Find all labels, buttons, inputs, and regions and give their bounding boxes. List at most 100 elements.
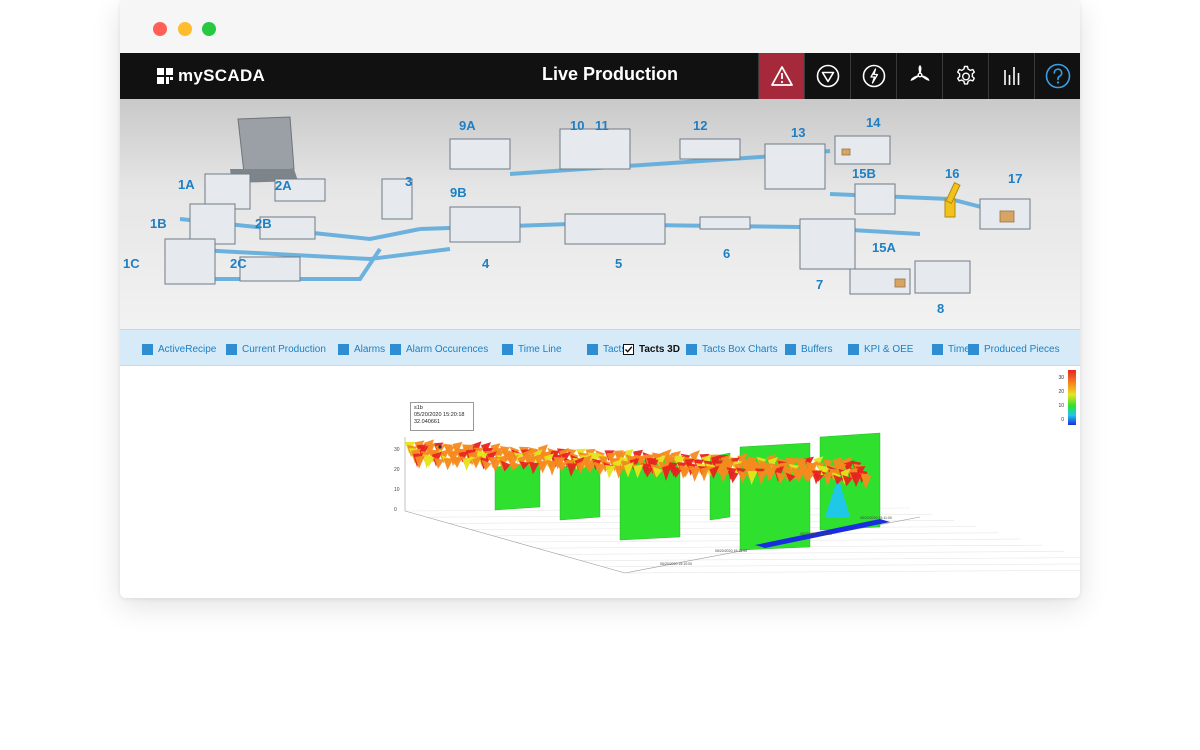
station-label-15b[interactable]: 15B (852, 166, 876, 181)
tab-label: ActiveRecipe (158, 343, 217, 355)
app-header: mySCADA Live Production (120, 53, 1080, 99)
alarms-button[interactable] (758, 53, 804, 99)
tab-alarms[interactable]: Alarms (338, 342, 385, 356)
color-scale-bar (1068, 370, 1076, 425)
station-label-10[interactable]: 10 (570, 118, 584, 133)
checkbox-icon[interactable] (338, 343, 349, 355)
station-label-5[interactable]: 5 (615, 256, 622, 271)
surface-plot: 30 20 10 0 05/20/2020 15:10:00 05/20/2020 15:… (394, 432, 1080, 574)
tooltip-value: 32.040661 (414, 419, 440, 425)
station-label-6[interactable]: 6 (723, 246, 730, 261)
minimize-window-button[interactable] (178, 22, 192, 36)
window-titlebar (120, 0, 1080, 53)
station-label-2a[interactable]: 2A (275, 178, 292, 193)
checkbox-icon[interactable] (848, 343, 859, 355)
bar-chart-icon (1003, 67, 1019, 85)
station-label-7[interactable]: 7 (816, 277, 823, 292)
color-scale-tick: 0 (1061, 417, 1064, 423)
tacts-3d-chart[interactable]: 30 20 10 0 05/20/2020 15:10:00 05/20/2020 15:… (120, 367, 1080, 598)
station-label-11[interactable]: 11 (595, 118, 609, 133)
page-title: Live Production (541, 64, 678, 84)
browser-window: mySCADA Live Production 1A 1B 1C 2A 2B 2… (120, 0, 1080, 598)
station-label-8[interactable]: 8 (937, 301, 944, 316)
station-label-2b[interactable]: 2B (255, 216, 272, 231)
tab-produced-pieces[interactable]: Produced Pieces (968, 342, 1060, 356)
z-axis-tick: 10 (394, 487, 400, 493)
station-label-2c[interactable]: 2C (230, 256, 247, 271)
tab-label: Tacts 3D (639, 343, 680, 355)
x-axis-tick: 05/20/2020 15:11:00 (860, 516, 892, 520)
tooltip-series: s1b (414, 405, 423, 411)
tab-buffers[interactable]: Buffers (785, 342, 833, 356)
help-icon (1045, 63, 1070, 89)
tab-alarm-occurences[interactable]: Alarm Occurences (390, 342, 488, 356)
station-label-3[interactable]: 3 (405, 174, 412, 189)
view-tabs: ActiveRecipe Current Production Alarms Alar… (120, 329, 1080, 366)
checkbox-icon[interactable] (226, 343, 237, 355)
brand-logo: mySCADA (157, 66, 265, 86)
tab-current-production[interactable]: Current Production (226, 342, 326, 356)
stop-button[interactable] (804, 53, 850, 99)
x-axis-tick: 05/20/2020 15:10:00 (660, 562, 692, 566)
tab-activerecipe[interactable]: ActiveRecipe (142, 342, 216, 356)
brand-name: mySCADA (178, 66, 266, 85)
tab-label: Tacts Box Charts (702, 343, 778, 355)
x-axis-tick: 05/20/2020 15:15:00 (715, 549, 747, 553)
production-line-view[interactable]: 1A 1B 1C 2A 2B 2C 3 4 5 6 7 8 9A 9B 10 11 12 13 14 15A 15B 16… (120, 99, 1080, 329)
color-scale-tick: 20 (1058, 389, 1064, 395)
station-label-1c[interactable]: 1C (123, 256, 140, 271)
station-label-9a[interactable]: 9A (459, 118, 476, 133)
help-button[interactable] (1034, 53, 1080, 99)
brand-logo-icon (157, 68, 173, 84)
tooltip-time: 05/20/2020 15:20:18 (414, 412, 465, 418)
checkbox-icon[interactable] (785, 343, 796, 355)
station-label-1a[interactable]: 1A (178, 177, 195, 192)
tab-tacts-box-charts[interactable]: Tacts Box Charts (686, 342, 778, 356)
station-label-13[interactable]: 13 (791, 125, 805, 140)
tab-label: Current Production (242, 343, 326, 355)
settings-button[interactable] (942, 53, 988, 99)
station-label-4[interactable]: 4 (482, 256, 489, 271)
tab-label: Alarm Occurences (406, 343, 489, 355)
tab-label: Time Line (518, 343, 562, 355)
station-label-17[interactable]: 17 (1008, 171, 1022, 186)
tooltip-marker (438, 445, 442, 449)
z-axis-tick: 30 (394, 447, 400, 453)
station-label-16[interactable]: 16 (945, 166, 959, 181)
z-axis-tick: 0 (394, 507, 397, 513)
tab-tacts[interactable]: Tacts (587, 342, 626, 356)
checkbox-icon[interactable] (502, 343, 513, 355)
production-line-diagram (164, 116, 1031, 295)
station-label-12[interactable]: 12 (693, 118, 707, 133)
checkbox-icon[interactable] (686, 343, 697, 355)
statistics-button[interactable] (988, 53, 1034, 99)
checkbox-icon[interactable] (932, 343, 943, 355)
station-label-14[interactable]: 14 (866, 115, 880, 130)
tab-tacts-3d[interactable]: Tacts 3D (623, 342, 680, 356)
station-label-9b[interactable]: 9B (450, 185, 467, 200)
tab-label: Alarms (354, 343, 386, 355)
color-scale-tick: 10 (1058, 403, 1064, 409)
checkbox-icon[interactable] (587, 343, 598, 355)
maximize-window-button[interactable] (202, 22, 216, 36)
checkbox-checked-icon[interactable] (623, 343, 634, 355)
fan-icon (910, 65, 929, 81)
power-button[interactable] (850, 53, 896, 99)
tab-time-line[interactable]: Time Line (502, 342, 562, 356)
station-label-15a[interactable]: 15A (872, 240, 896, 255)
stop-icon (816, 64, 839, 88)
close-window-button[interactable] (153, 22, 167, 36)
fan-button[interactable] (896, 53, 942, 99)
alarm-icon (770, 66, 793, 86)
tab-kpi-oee[interactable]: KPI & OEE (848, 342, 913, 356)
checkbox-icon[interactable] (390, 343, 401, 355)
checkbox-icon[interactable] (968, 343, 979, 355)
chart-tooltip: s1b 05/20/2020 15:20:18 32.040661 (410, 402, 474, 431)
checkbox-icon[interactable] (142, 343, 153, 355)
tab-label: Buffers (801, 343, 833, 355)
gear-icon (956, 65, 975, 85)
x-axis-tick: 05/20/2020 15:14:00 (800, 532, 832, 536)
z-axis-tick: 20 (394, 467, 400, 473)
tab-label: KPI & OEE (864, 343, 914, 355)
station-label-1b[interactable]: 1B (150, 216, 167, 231)
